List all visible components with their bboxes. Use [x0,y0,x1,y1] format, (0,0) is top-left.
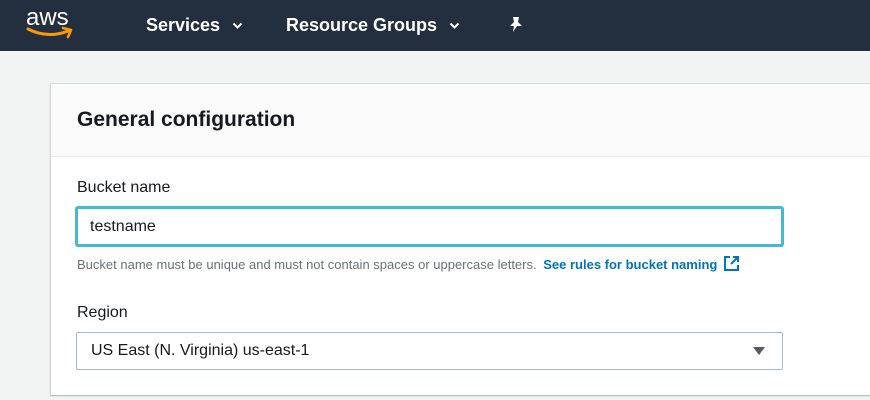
top-navigation-bar: aws Services Resource Groups [0,0,870,51]
region-label: Region [77,304,128,321]
aws-logo[interactable]: aws [26,6,78,44]
pin-icon[interactable] [508,16,524,34]
bucket-naming-rules-label: See rules for bucket naming [543,257,718,272]
region-selected-value: US East (N. Virginia) us-east-1 [91,342,310,359]
external-link-icon [724,256,740,271]
caret-down-icon [753,347,765,355]
aws-smile-icon [26,26,73,39]
chevron-down-icon [449,22,460,29]
panel-title: General configuration [77,108,296,131]
bucket-name-input[interactable] [76,207,783,246]
bucket-name-label: Bucket name [77,179,171,196]
services-menu[interactable]: Services [146,0,243,51]
general-configuration-panel: General configuration Bucket name Bucket… [50,83,870,395]
chevron-down-icon [232,22,243,29]
resource-groups-menu[interactable]: Resource Groups [286,0,460,51]
bucket-naming-rules-link[interactable]: See rules for bucket naming [543,256,740,272]
region-select[interactable]: US East (N. Virginia) us-east-1 [76,332,783,370]
resource-groups-label: Resource Groups [286,15,438,35]
bucket-name-hint: Bucket name must be unique and must not … [77,255,740,272]
services-label: Services [146,15,221,35]
panel-header: General configuration [51,84,870,157]
bucket-name-hint-text: Bucket name must be unique and must not … [77,257,537,272]
